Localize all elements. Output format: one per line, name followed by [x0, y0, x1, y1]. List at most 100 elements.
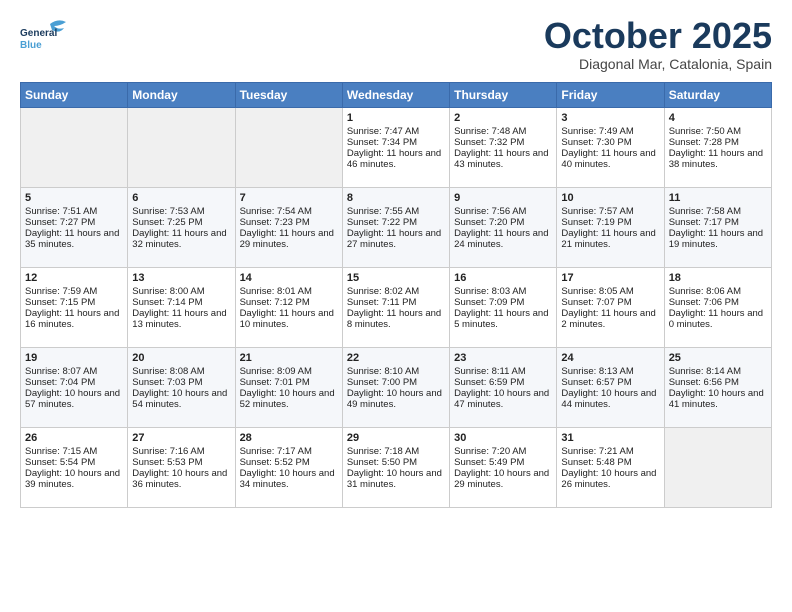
calendar-cell: 21Sunrise: 8:09 AMSunset: 7:01 PMDayligh… [235, 347, 342, 427]
sunset-info: Sunset: 7:22 PM [347, 217, 445, 228]
calendar-cell: 17Sunrise: 8:05 AMSunset: 7:07 PMDayligh… [557, 267, 664, 347]
calendar-cell: 7Sunrise: 7:54 AMSunset: 7:23 PMDaylight… [235, 187, 342, 267]
sunset-info: Sunset: 5:48 PM [561, 457, 659, 468]
calendar-cell: 13Sunrise: 8:00 AMSunset: 7:14 PMDayligh… [128, 267, 235, 347]
day-number: 27 [132, 432, 230, 444]
sunset-info: Sunset: 5:53 PM [132, 457, 230, 468]
daylight-info: Daylight: 11 hours and 10 minutes. [240, 308, 338, 330]
sunset-info: Sunset: 5:52 PM [240, 457, 338, 468]
calendar-week-1: 1Sunrise: 7:47 AMSunset: 7:34 PMDaylight… [21, 107, 772, 187]
calendar-week-2: 5Sunrise: 7:51 AMSunset: 7:27 PMDaylight… [21, 187, 772, 267]
daylight-info: Daylight: 10 hours and 31 minutes. [347, 468, 445, 490]
calendar-cell [664, 427, 771, 507]
daylight-info: Daylight: 11 hours and 27 minutes. [347, 228, 445, 250]
page-header: General Blue October 2025 Diagonal Mar, … [20, 16, 772, 72]
sunset-info: Sunset: 7:01 PM [240, 377, 338, 388]
day-number: 16 [454, 272, 552, 284]
calendar-cell: 30Sunrise: 7:20 AMSunset: 5:49 PMDayligh… [450, 427, 557, 507]
month-title: October 2025 [544, 16, 772, 56]
daylight-info: Daylight: 11 hours and 35 minutes. [25, 228, 123, 250]
daylight-info: Daylight: 11 hours and 8 minutes. [347, 308, 445, 330]
calendar-cell: 22Sunrise: 8:10 AMSunset: 7:00 PMDayligh… [342, 347, 449, 427]
sunrise-info: Sunrise: 8:09 AM [240, 366, 338, 377]
day-number: 2 [454, 112, 552, 124]
daylight-info: Daylight: 11 hours and 13 minutes. [132, 308, 230, 330]
calendar-week-3: 12Sunrise: 7:59 AMSunset: 7:15 PMDayligh… [21, 267, 772, 347]
calendar-cell: 19Sunrise: 8:07 AMSunset: 7:04 PMDayligh… [21, 347, 128, 427]
calendar-cell: 15Sunrise: 8:02 AMSunset: 7:11 PMDayligh… [342, 267, 449, 347]
calendar-cell: 16Sunrise: 8:03 AMSunset: 7:09 PMDayligh… [450, 267, 557, 347]
sunrise-info: Sunrise: 7:16 AM [132, 446, 230, 457]
day-number: 21 [240, 352, 338, 364]
calendar-cell: 5Sunrise: 7:51 AMSunset: 7:27 PMDaylight… [21, 187, 128, 267]
day-number: 19 [25, 352, 123, 364]
calendar-cell: 20Sunrise: 8:08 AMSunset: 7:03 PMDayligh… [128, 347, 235, 427]
sunrise-info: Sunrise: 8:02 AM [347, 286, 445, 297]
sunrise-info: Sunrise: 7:54 AM [240, 206, 338, 217]
sunrise-info: Sunrise: 8:13 AM [561, 366, 659, 377]
daylight-info: Daylight: 11 hours and 2 minutes. [561, 308, 659, 330]
sunset-info: Sunset: 5:54 PM [25, 457, 123, 468]
sunset-info: Sunset: 7:30 PM [561, 137, 659, 148]
sunset-info: Sunset: 7:06 PM [669, 297, 767, 308]
weekday-header-thursday: Thursday [450, 82, 557, 107]
day-number: 9 [454, 192, 552, 204]
daylight-info: Daylight: 10 hours and 44 minutes. [561, 388, 659, 410]
sunrise-info: Sunrise: 7:56 AM [454, 206, 552, 217]
daylight-info: Daylight: 11 hours and 40 minutes. [561, 148, 659, 170]
sunrise-info: Sunrise: 7:51 AM [25, 206, 123, 217]
calendar-cell: 6Sunrise: 7:53 AMSunset: 7:25 PMDaylight… [128, 187, 235, 267]
day-number: 14 [240, 272, 338, 284]
sunset-info: Sunset: 7:32 PM [454, 137, 552, 148]
day-number: 29 [347, 432, 445, 444]
day-number: 11 [669, 192, 767, 204]
daylight-info: Daylight: 10 hours and 49 minutes. [347, 388, 445, 410]
sunrise-info: Sunrise: 8:07 AM [25, 366, 123, 377]
day-number: 30 [454, 432, 552, 444]
calendar-cell: 9Sunrise: 7:56 AMSunset: 7:20 PMDaylight… [450, 187, 557, 267]
sunrise-info: Sunrise: 8:00 AM [132, 286, 230, 297]
sunrise-info: Sunrise: 8:08 AM [132, 366, 230, 377]
sunset-info: Sunset: 5:50 PM [347, 457, 445, 468]
calendar-header: SundayMondayTuesdayWednesdayThursdayFrid… [21, 82, 772, 107]
day-number: 12 [25, 272, 123, 284]
calendar-cell: 29Sunrise: 7:18 AMSunset: 5:50 PMDayligh… [342, 427, 449, 507]
calendar-week-4: 19Sunrise: 8:07 AMSunset: 7:04 PMDayligh… [21, 347, 772, 427]
sunrise-info: Sunrise: 8:11 AM [454, 366, 552, 377]
day-number: 4 [669, 112, 767, 124]
sunset-info: Sunset: 5:49 PM [454, 457, 552, 468]
sunrise-info: Sunrise: 7:17 AM [240, 446, 338, 457]
day-number: 17 [561, 272, 659, 284]
daylight-info: Daylight: 11 hours and 46 minutes. [347, 148, 445, 170]
day-number: 7 [240, 192, 338, 204]
daylight-info: Daylight: 11 hours and 21 minutes. [561, 228, 659, 250]
sunrise-info: Sunrise: 7:47 AM [347, 126, 445, 137]
sunrise-info: Sunrise: 7:58 AM [669, 206, 767, 217]
sunset-info: Sunset: 7:28 PM [669, 137, 767, 148]
sunset-info: Sunset: 7:07 PM [561, 297, 659, 308]
sunrise-info: Sunrise: 8:10 AM [347, 366, 445, 377]
calendar-cell: 31Sunrise: 7:21 AMSunset: 5:48 PMDayligh… [557, 427, 664, 507]
sunset-info: Sunset: 7:23 PM [240, 217, 338, 228]
day-number: 3 [561, 112, 659, 124]
sunset-info: Sunset: 7:15 PM [25, 297, 123, 308]
weekday-header-wednesday: Wednesday [342, 82, 449, 107]
day-number: 28 [240, 432, 338, 444]
day-number: 15 [347, 272, 445, 284]
sunset-info: Sunset: 7:14 PM [132, 297, 230, 308]
sunset-info: Sunset: 6:56 PM [669, 377, 767, 388]
day-number: 20 [132, 352, 230, 364]
sunset-info: Sunset: 7:27 PM [25, 217, 123, 228]
sunrise-info: Sunrise: 7:21 AM [561, 446, 659, 457]
sunset-info: Sunset: 7:17 PM [669, 217, 767, 228]
daylight-info: Daylight: 10 hours and 54 minutes. [132, 388, 230, 410]
day-number: 26 [25, 432, 123, 444]
daylight-info: Daylight: 10 hours and 36 minutes. [132, 468, 230, 490]
day-number: 1 [347, 112, 445, 124]
calendar-cell [21, 107, 128, 187]
calendar-cell: 26Sunrise: 7:15 AMSunset: 5:54 PMDayligh… [21, 427, 128, 507]
daylight-info: Daylight: 11 hours and 43 minutes. [454, 148, 552, 170]
calendar-cell: 23Sunrise: 8:11 AMSunset: 6:59 PMDayligh… [450, 347, 557, 427]
calendar-cell: 3Sunrise: 7:49 AMSunset: 7:30 PMDaylight… [557, 107, 664, 187]
calendar-cell: 25Sunrise: 8:14 AMSunset: 6:56 PMDayligh… [664, 347, 771, 427]
